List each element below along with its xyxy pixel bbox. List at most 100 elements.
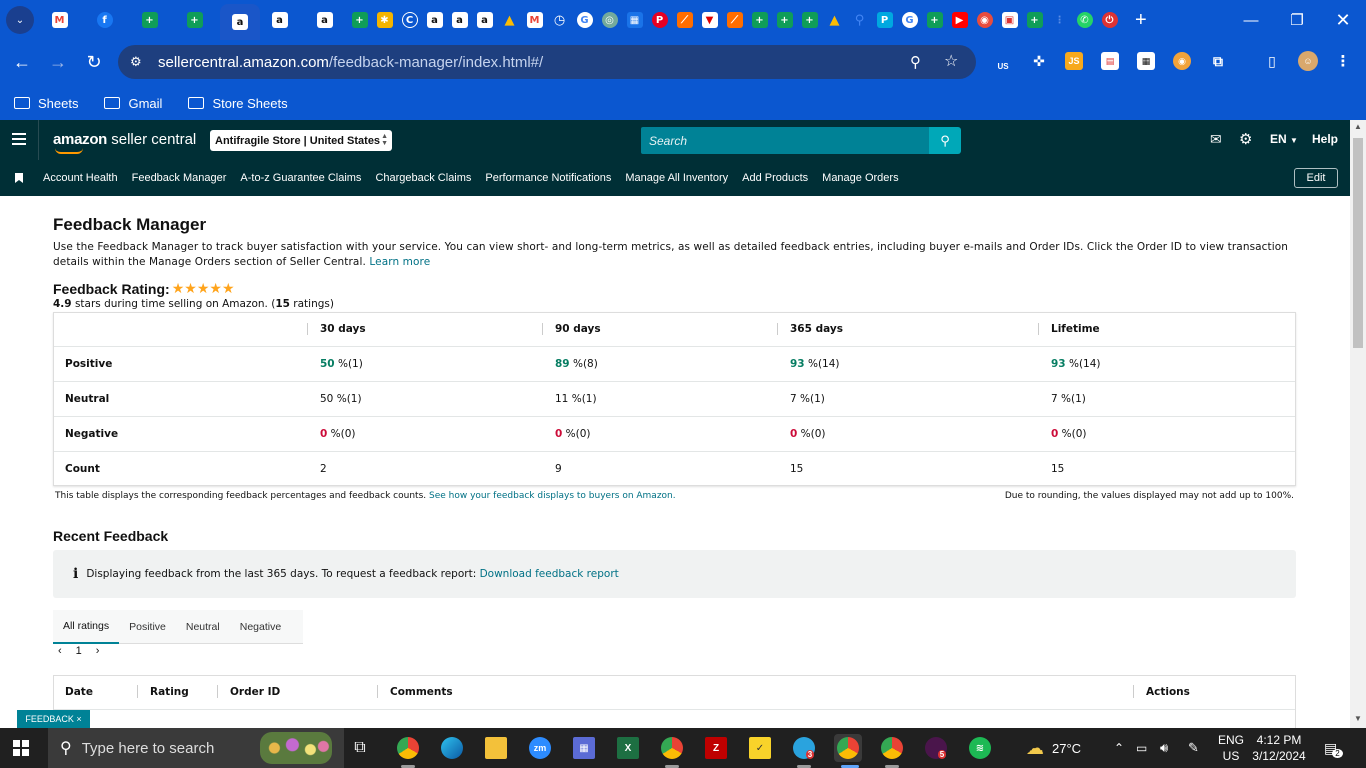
tab-amazon-2[interactable]: a [268, 3, 291, 37]
tab-amazon-3[interactable]: a [313, 3, 336, 37]
feedback-display-link[interactable]: See how your feedback displays to buyers… [429, 491, 676, 501]
tab-gmail[interactable]: M [48, 3, 71, 37]
chevron-right-icon[interactable]: › [96, 645, 100, 657]
nav-manage-orders[interactable]: Manage Orders [822, 172, 898, 184]
taskbar-search[interactable]: ⚲ Type here to search [48, 728, 344, 768]
tab-sheets-3[interactable]: + [348, 3, 371, 37]
task-view-icon[interactable]: ⧉ [346, 734, 374, 762]
learn-more-link[interactable]: Learn more [369, 256, 430, 268]
tab-amazon-4[interactable]: a [423, 3, 446, 37]
search-input[interactable]: Search [641, 127, 930, 154]
ext-qr-icon[interactable]: ▦ [1137, 52, 1155, 70]
taskbar-edge[interactable] [438, 734, 466, 762]
tab-sheets-5[interactable]: + [773, 3, 796, 37]
ext-us-icon[interactable]: US [994, 52, 1012, 71]
tab-sheets-6[interactable]: + [798, 3, 821, 37]
notification-icon[interactable]: ▤ 2 [1324, 728, 1343, 768]
tab-google-2[interactable]: G [898, 3, 921, 37]
nav-feedback-manager[interactable]: Feedback Manager [132, 172, 227, 184]
forward-icon[interactable]: → [44, 48, 72, 76]
battery-icon[interactable]: ▭ [1136, 728, 1147, 768]
system-clock[interactable]: 4:12 PM 3/12/2024 [1248, 732, 1310, 764]
extensions-puzzle-icon[interactable]: ⧉ [1209, 52, 1227, 70]
bookmark-star-icon[interactable]: ☆ [944, 51, 958, 71]
tab-power[interactable]: ⏻ [1098, 3, 1121, 37]
tab-calendar[interactable]: ▦ [623, 3, 646, 37]
taskbar-calculator[interactable]: ▦ [570, 734, 598, 762]
edit-nav-button[interactable]: Edit [1294, 168, 1338, 188]
close-window-icon[interactable]: ✕ [1320, 0, 1366, 40]
col-comments[interactable]: Comments [390, 686, 453, 698]
nav-add-products[interactable]: Add Products [742, 172, 808, 184]
tab-drive-2[interactable]: ▲ [823, 3, 846, 37]
tab-sheets-1[interactable]: + [138, 3, 161, 37]
tab-neutral[interactable]: Neutral [176, 610, 230, 644]
language-selector[interactable]: EN ▼ [1270, 132, 1298, 146]
tab-facebook[interactable]: f [93, 3, 116, 37]
reload-icon[interactable]: ↻ [80, 48, 108, 76]
col-rating[interactable]: Rating [150, 686, 189, 698]
tab-amazon-5[interactable]: a [448, 3, 471, 37]
new-tab-icon[interactable]: + [1135, 9, 1147, 32]
tab-sheets-4[interactable]: + [748, 3, 771, 37]
zoom-icon[interactable]: ⚲ [910, 53, 921, 71]
taskbar-telegram[interactable]: 3 [790, 734, 818, 762]
bookmark-sheets[interactable]: Sheets [14, 96, 78, 111]
tab-sheets-7[interactable]: + [923, 3, 946, 37]
taskbar-excel[interactable]: X [614, 734, 642, 762]
tab-all-ratings[interactable]: All ratings [53, 610, 120, 644]
tab-youtube[interactable]: ▶ [948, 3, 971, 37]
tab-drive-1[interactable]: ▲ [498, 3, 521, 37]
close-icon[interactable]: × [76, 714, 81, 724]
back-icon[interactable]: ← [8, 48, 36, 76]
tab-photos[interactable]: ▣ [998, 3, 1021, 37]
taskbar-spotify[interactable]: ≋ [966, 734, 994, 762]
chevron-left-icon[interactable]: ‹ [58, 645, 62, 657]
bookmark-store-sheets[interactable]: Store Sheets [188, 96, 288, 111]
tab-tool-4[interactable]: P [873, 3, 896, 37]
tab-puzzle[interactable]: ✱ [373, 3, 396, 37]
scroll-down-icon[interactable]: ▼ [1354, 714, 1362, 723]
download-report-link[interactable]: Download feedback report [480, 568, 619, 580]
tab-gmail-2[interactable]: M [523, 3, 546, 37]
taskbar-chrome-active[interactable] [834, 734, 862, 762]
tab-positive[interactable]: Positive [119, 610, 176, 644]
tab-tool-5[interactable]: ◉ [973, 3, 996, 37]
tab-refresh[interactable]: C [398, 3, 421, 37]
ext-photo-icon[interactable]: ▤ [1101, 52, 1119, 70]
taskbar-slack[interactable]: 5 [922, 734, 950, 762]
minimize-icon[interactable]: — [1228, 0, 1274, 40]
tab-amazon-6[interactable]: a [473, 3, 496, 37]
taskbar-chrome-2[interactable] [658, 734, 686, 762]
col-actions[interactable]: Actions [1146, 686, 1190, 698]
store-selector[interactable]: Antifragile Store | United States ▲ ▼ [210, 130, 392, 151]
tab-whatsapp[interactable]: ✆ [1073, 3, 1096, 37]
tab-history[interactable]: ◷ [548, 3, 571, 37]
bookmark-gmail[interactable]: Gmail [104, 96, 162, 111]
nav-account-health[interactable]: Account Health [43, 172, 118, 184]
address-bar[interactable]: ⚙ sellercentral.amazon.com/feedback-mana… [118, 45, 976, 79]
taskbar-zoom[interactable]: zm [526, 734, 554, 762]
tab-pinterest[interactable]: P [648, 3, 671, 37]
mail-icon[interactable]: ✉ [1210, 131, 1222, 148]
taskbar-sticky-notes[interactable]: ✓ [746, 734, 774, 762]
tab-sheets-2[interactable]: + [183, 3, 206, 37]
tray-up-icon[interactable]: ⌃ [1114, 728, 1124, 768]
search-button[interactable]: ⚲ [929, 127, 961, 154]
taskbar-filezilla[interactable]: Z [702, 734, 730, 762]
ext-move-icon[interactable]: ✜ [1030, 52, 1048, 70]
page-number[interactable]: 1 [76, 645, 82, 657]
ext-circle-icon[interactable]: ◉ [1173, 52, 1191, 70]
tab-negative[interactable]: Negative [230, 610, 291, 644]
col-date[interactable]: Date [65, 686, 93, 698]
page-scrollbar[interactable]: ▲ ▼ [1350, 120, 1366, 728]
site-settings-icon[interactable]: ⚙ [130, 54, 148, 70]
feedback-tab-button[interactable]: FEEDBACK × [17, 710, 90, 728]
nav-manage-inventory[interactable]: Manage All Inventory [625, 172, 728, 184]
side-panel-icon[interactable]: ▯ [1263, 52, 1281, 70]
tab-tool-3[interactable]: ⟋ [723, 3, 746, 37]
settings-gear-icon[interactable]: ⚙ [1239, 130, 1252, 148]
volume-icon[interactable]: 🔊︎ [1160, 728, 1168, 768]
tab-search-dropdown-icon[interactable]: ⌄ [6, 6, 34, 34]
weather-widget[interactable]: ☁ 27°C [1026, 728, 1081, 768]
